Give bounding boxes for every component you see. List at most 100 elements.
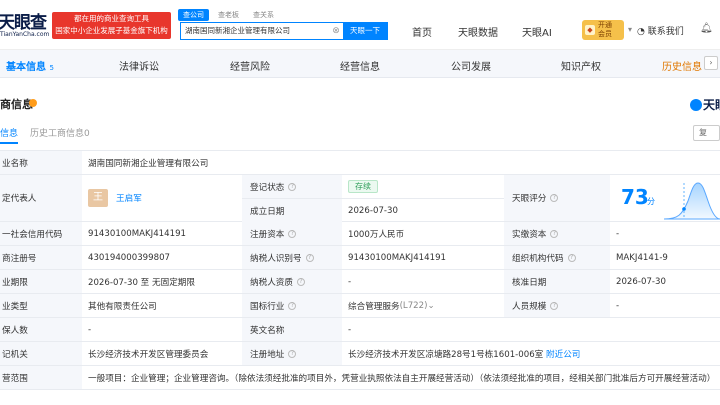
tab-label: 历史信息 xyxy=(662,62,702,73)
slogan-line2: 国家中小企业发展子基金旗下机构 xyxy=(55,26,168,35)
status-badge: 存续 xyxy=(348,180,378,193)
value-insured: - xyxy=(88,324,92,335)
legal-rep-cell: 王 王启军 xyxy=(82,175,242,221)
top-bar: 天眼查 TianYanCha.com 都在用的商业查询工具 国家中小企业发展子基… xyxy=(0,0,720,50)
status-cell: 存续 xyxy=(342,175,504,199)
tab-basic-info[interactable]: 基本信息 5 xyxy=(6,58,54,73)
label-authority: 记机关 xyxy=(0,342,82,365)
value-authority: 长沙经济技术开发区管理委员会 xyxy=(88,349,209,360)
help-icon[interactable]: ? xyxy=(550,194,559,202)
logo-text: 天眼查 xyxy=(0,13,47,33)
contact-link[interactable]: ◔ 联系我们 xyxy=(637,24,684,37)
tab-development[interactable]: 公司发展 xyxy=(451,58,491,73)
search-button[interactable]: 天眼一下 xyxy=(343,23,387,39)
help-icon[interactable]: ? xyxy=(288,349,297,358)
info-table: 业名称 湖南国同新湘企业管理有限公司 定代表人 王 王启军 登记状态? 存续 成… xyxy=(0,150,720,390)
label-taxpayer-id: 纳税人识别号? xyxy=(242,246,342,269)
main-tabs: 基本信息 5 法律诉讼 经营风险 经营信息 公司发展 知识产权 历史信息 5 › xyxy=(0,50,720,78)
tab-risk[interactable]: 经营风险 xyxy=(230,58,270,73)
label-insured: 保人数 xyxy=(0,318,82,341)
nav-home[interactable]: 首页 xyxy=(412,24,432,39)
label-approval-date: 核准日期 xyxy=(504,270,610,293)
staff-size-label: 人员规模 xyxy=(512,301,547,312)
search-tab-relation[interactable]: 查关系 xyxy=(248,9,279,21)
table-row: 商注册号 430194000399807 纳税人识别号? 91430100MAK… xyxy=(0,246,720,270)
search-box: 湖南国同新湘企业管理有限公司 ⊗ 天眼一下 xyxy=(180,22,388,40)
paid-capital-label: 实缴资本 xyxy=(512,229,547,240)
nearby-companies-link[interactable]: 附近公司 xyxy=(546,348,580,360)
subtab-info[interactable]: 信息 xyxy=(0,126,19,144)
search-tab-company[interactable]: 查公司 xyxy=(178,9,209,21)
subtab-history[interactable]: 历史工商信息0 xyxy=(30,126,90,139)
score-widget[interactable]: 73 分 xyxy=(610,177,720,224)
logo-subtext: TianYanCha.com xyxy=(0,31,50,38)
tab-legal[interactable]: 法律诉讼 xyxy=(119,58,159,73)
value-scope: 一般项目：企业管理；企业管理咨询。（除依法须经批准的项目外，凭营业执照依法自主开… xyxy=(88,373,716,384)
vip-line2: 会员 xyxy=(598,30,612,38)
value-term: 2026-07-30 至 无固定期限 xyxy=(88,277,195,288)
label-paid-capital: 实缴资本? xyxy=(504,222,610,245)
contact-label: 联系我们 xyxy=(647,27,684,37)
slogan-banner[interactable]: 都在用的商业查询工具 国家中小企业发展子基金旗下机构 xyxy=(52,12,171,39)
label-term: 业期限 xyxy=(0,270,82,293)
tab-ip[interactable]: 知识产权 xyxy=(561,58,601,73)
help-icon[interactable]: ? xyxy=(305,253,314,262)
label-org-code: 组织机构代码? xyxy=(504,246,610,269)
value-approval-date: 2026-07-30 xyxy=(616,276,666,287)
value-credit-code: 91430100MAKJ414191 xyxy=(88,228,187,239)
help-icon[interactable]: ? xyxy=(550,229,559,238)
search-type-tabs: 查公司 查老板 查关系 xyxy=(178,9,279,21)
org-code-label: 组织机构代码 xyxy=(512,253,564,264)
label-status: 登记状态? xyxy=(242,175,342,199)
value-founded: 2026-07-30 xyxy=(348,205,398,216)
legal-rep-link[interactable]: 王启军 xyxy=(116,192,142,204)
badge-icon xyxy=(29,99,37,107)
help-icon[interactable]: ? xyxy=(288,182,297,191)
chevron-down-icon[interactable]: ▾ xyxy=(628,25,632,34)
tab-label: 法律诉讼 xyxy=(119,62,159,73)
logo[interactable]: 天眼查 TianYanCha.com xyxy=(0,8,50,42)
table-row: 营范围 一般项目：企业管理；企业管理咨询。（除依法须经批准的项目外，凭营业执照依… xyxy=(0,366,720,390)
address-label: 注册地址 xyxy=(250,349,285,360)
value-address: 长沙经济技术开发区凉塘路28号1号栋1601-006室 附近公司 xyxy=(342,342,720,365)
search-tab-boss[interactable]: 查老板 xyxy=(213,9,244,21)
table-row: 一社会信用代码 91430100MAKJ414191 注册资本? 1000万人民… xyxy=(0,222,720,246)
industry-label: 国标行业 xyxy=(250,301,285,312)
help-icon[interactable]: ? xyxy=(550,301,559,310)
label-industry: 国标行业? xyxy=(242,294,342,317)
address-text: 长沙经济技术开发区凉塘路28号1号栋1601-006室 xyxy=(348,349,544,360)
taxpayer-id-label: 纳税人识别号 xyxy=(250,253,302,264)
label-score: 天眼评分? xyxy=(504,175,610,221)
chevron-right-icon[interactable]: › xyxy=(704,56,718,70)
label-english-name: 英文名称 xyxy=(242,318,342,341)
help-icon[interactable]: ? xyxy=(288,301,297,310)
bell-icon[interactable]: 🔔︎ xyxy=(700,23,713,34)
table-row: 保人数 - 英文名称 - xyxy=(0,318,720,342)
avatar: 王 xyxy=(88,189,108,207)
copy-button[interactable]: 复 xyxy=(693,125,720,141)
vip-button[interactable]: ◆ 开通 会员 xyxy=(582,20,624,40)
slogan-line1: 都在用的商业查询工具 xyxy=(74,14,149,23)
label-address: 注册地址? xyxy=(242,342,342,365)
taxpayer-qual-label: 纳税人资质 xyxy=(250,277,293,288)
help-icon[interactable]: ? xyxy=(296,277,305,286)
table-row: 业名称 湖南国同新湘企业管理有限公司 xyxy=(0,151,720,175)
nav-ai[interactable]: 天眼AI xyxy=(522,24,552,39)
value-company-type: 其他有限责任公司 xyxy=(88,301,157,312)
value-staff-size: - xyxy=(616,300,620,311)
help-icon[interactable]: ? xyxy=(288,229,297,238)
clear-icon[interactable]: ⊗ xyxy=(329,23,343,39)
chevron-down-icon[interactable]: ⌄ xyxy=(427,301,434,311)
tab-business[interactable]: 经营信息 xyxy=(340,58,380,73)
value-paid-capital: - xyxy=(616,228,620,239)
headset-icon: ◔ xyxy=(637,27,645,37)
tab-label: 经营风险 xyxy=(230,62,270,73)
search-input[interactable]: 湖南国同新湘企业管理有限公司 xyxy=(181,23,329,39)
value-org-code: MAKJ4141-9 xyxy=(616,252,668,263)
help-icon[interactable]: ? xyxy=(567,253,576,262)
score-unit: 分 xyxy=(647,197,655,206)
tab-history[interactable]: 历史信息 5 xyxy=(662,58,710,73)
table-row: 记机关 长沙经济技术开发区管理委员会 注册地址? 长沙经济技术开发区凉塘路28号… xyxy=(0,342,720,366)
vip-icon: ◆ xyxy=(585,25,595,35)
nav-data[interactable]: 天眼数据 xyxy=(458,24,498,39)
